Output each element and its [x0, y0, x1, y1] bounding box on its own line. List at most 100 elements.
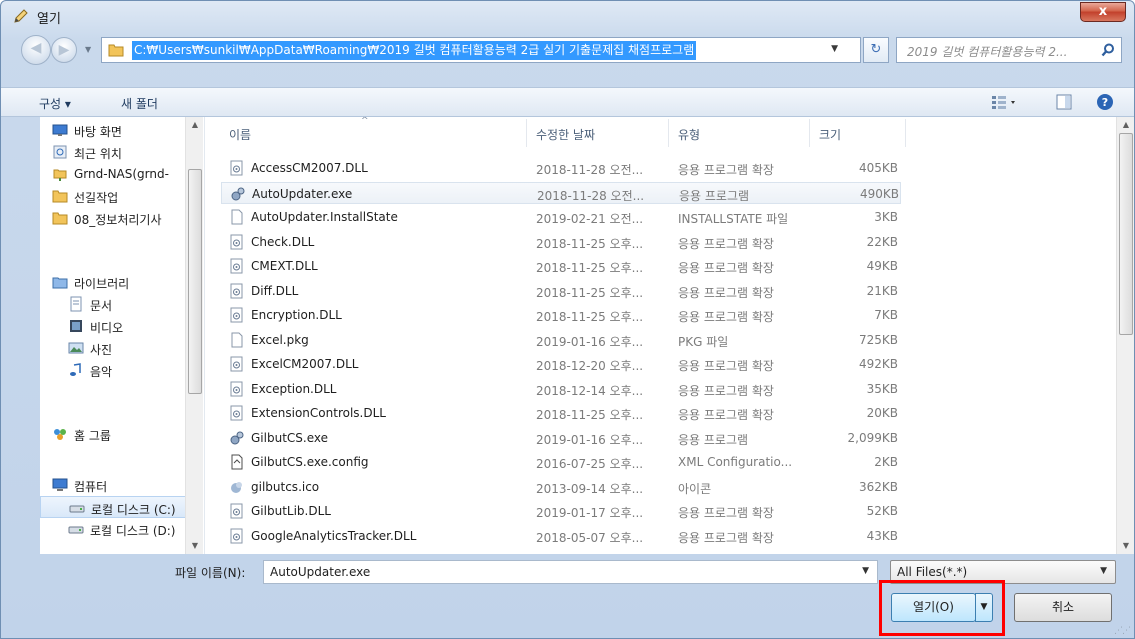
file-date: 2018-11-28 오전...	[536, 163, 644, 177]
cancel-button[interactable]: 취소	[1014, 593, 1112, 622]
sidebar-item[interactable]: 홈 그룹	[40, 423, 190, 445]
back-arrow-icon: ◀	[30, 40, 42, 56]
sidebar-item[interactable]: 사진	[40, 337, 190, 359]
file-row[interactable]: gilbutcs.ico 2013-09-14 오후... 아이콘 362KB	[221, 476, 901, 498]
drive-icon	[69, 500, 85, 515]
history-dropdown-icon[interactable]: ▼	[85, 45, 91, 54]
sidebar-item-label: 로컬 디스크 (C:)	[91, 503, 176, 517]
scroll-down-icon[interactable]: ▼	[186, 538, 204, 554]
sidebar-item[interactable]: 로컬 디스크 (C:)	[40, 496, 190, 518]
file-row[interactable]: Excel.pkg 2019-01-16 오후... PKG 파일 725KB	[221, 329, 901, 351]
sidebar-item[interactable]: 컴퓨터	[40, 474, 190, 496]
file-row[interactable]: GilbutLib.DLL 2019-01-17 오후... 응용 프로그램 확장 5…	[221, 500, 901, 522]
file-row[interactable]: ExtensionControls.DLL 2018-11-25 오후... 응용 …	[221, 402, 901, 424]
title-bar[interactable]: 열기 x	[1, 1, 1134, 31]
file-row[interactable]: GoogleAnalyticsTracker.DLL 2018-05-07 오후.…	[221, 525, 901, 547]
file-type: INSTALLSTATE 파일	[678, 212, 789, 226]
sidebar-item[interactable]: 08_정보처리기사	[40, 207, 190, 229]
file-size: 49KB	[866, 259, 898, 273]
file-name: ExcelCM2007.DLL	[251, 357, 359, 371]
svg-text:?: ?	[1102, 96, 1108, 109]
network-folder-icon	[52, 166, 68, 181]
scroll-down-icon[interactable]: ▼	[1117, 538, 1134, 554]
file-name: Check.DLL	[251, 234, 315, 249]
column-size[interactable]: 크기	[819, 126, 841, 143]
column-type[interactable]: 유형	[678, 126, 700, 143]
sidebar-item[interactable]: 선길작업	[40, 185, 190, 207]
file-name: AutoUpdater.InstallState	[251, 210, 398, 224]
file-date: 2018-11-25 오후...	[536, 236, 644, 251]
new-folder-button[interactable]: 새 폴더	[121, 95, 158, 112]
recent-places-icon	[52, 144, 68, 159]
address-dropdown-icon[interactable]: ▼	[831, 44, 838, 54]
open-file-dialog: 열기 x ◀ ▶ ▼ C:₩Users₩sunkil₩AppData₩Roami…	[0, 0, 1135, 639]
sidebar-item[interactable]: 로컬 디스크 (D:)	[40, 518, 190, 540]
file-type: 응용 프로그램	[678, 432, 749, 447]
sidebar-item[interactable]: 바탕 화면	[40, 119, 190, 141]
sidebar-item[interactable]: 최근 위치	[40, 141, 190, 163]
exe-icon	[230, 186, 245, 202]
file-row[interactable]: Encryption.DLL 2018-11-25 오후... 응용 프로그램 확장…	[221, 304, 901, 326]
forward-button[interactable]: ▶	[51, 37, 77, 63]
file-row[interactable]: GilbutCS.exe.config 2016-07-25 오후... XML C…	[221, 451, 901, 473]
file-name: Encryption.DLL	[251, 308, 342, 322]
back-button[interactable]: ◀	[21, 35, 51, 65]
sidebar-item[interactable]: 비디오	[40, 315, 190, 337]
file-row[interactable]: AutoUpdater.exe 2018-11-28 오전... 응용 프로그램 49…	[221, 181, 901, 204]
file-list-scrollbar[interactable]: ▲ ▼	[1116, 117, 1134, 554]
address-bar[interactable]: C:₩Users₩sunkil₩AppData₩Roaming₩2019 길벗 …	[101, 37, 861, 63]
filename-dropdown-icon[interactable]: ▼	[862, 566, 869, 576]
sidebar-item[interactable]: 음악	[40, 359, 190, 381]
ico-file-icon	[229, 479, 244, 495]
preview-pane-icon[interactable]	[1055, 93, 1073, 111]
folder-icon	[52, 188, 68, 203]
file-row[interactable]: Exception.DLL 2018-12-14 오후... 응용 프로그램 확장 3…	[221, 378, 901, 400]
sidebar-item[interactable]: 라이브러리	[40, 271, 190, 293]
help-icon[interactable]: ?	[1096, 93, 1114, 111]
file-row[interactable]: AutoUpdater.InstallState 2019-02-21 오전...…	[221, 206, 901, 228]
scroll-up-icon[interactable]: ▲	[186, 117, 204, 133]
filename-input[interactable]: AutoUpdater.exe ▼	[263, 560, 878, 584]
sidebar-item-label: 컴퓨터	[74, 480, 108, 494]
navigation-scroll-thumb[interactable]	[188, 169, 202, 394]
file-icon	[229, 209, 244, 225]
view-options-icon[interactable]	[990, 93, 1018, 111]
file-date: 2019-02-21 오전...	[536, 212, 644, 226]
drive-icon	[68, 521, 84, 536]
sidebar-item[interactable]: Grnd-NAS(grnd-	[40, 163, 190, 185]
search-icon[interactable]	[1101, 43, 1115, 57]
file-list-scroll-thumb[interactable]	[1119, 133, 1133, 335]
file-row[interactable]: Check.DLL 2018-11-25 오후... 응용 프로그램 확장 22KB	[221, 231, 901, 253]
file-name: ExtensionControls.DLL	[251, 406, 386, 420]
file-row[interactable]: ExcelCM2007.DLL 2018-12-20 오후... 응용 프로그램 확…	[221, 353, 901, 375]
organize-button[interactable]: 구성 ▾	[39, 95, 71, 112]
scroll-up-icon[interactable]: ▲	[1117, 117, 1134, 133]
file-size: 52KB	[866, 504, 898, 518]
file-row[interactable]: GilbutCS.exe 2019-01-16 오후... 응용 프로그램 2,099…	[221, 427, 901, 449]
file-size: 490KB	[859, 186, 899, 201]
column-date[interactable]: 수정한 날짜	[536, 126, 595, 143]
file-date: 2018-11-25 오후...	[536, 310, 644, 324]
file-row[interactable]: AccessCM2007.DLL 2018-11-28 오전... 응용 프로그램 …	[221, 157, 901, 179]
file-row[interactable]: CMEXT.DLL 2018-11-25 오후... 응용 프로그램 확장 49KB	[221, 255, 901, 277]
file-name: Diff.DLL	[251, 283, 299, 298]
sidebar-item[interactable]: 문서	[40, 293, 190, 315]
close-button[interactable]: x	[1080, 2, 1126, 22]
navigation-scrollbar[interactable]: ▲ ▼	[185, 117, 203, 554]
refresh-button[interactable]: ↻	[863, 37, 889, 63]
file-name: CMEXT.DLL	[251, 259, 318, 273]
column-name[interactable]: 이름	[229, 126, 251, 143]
address-path[interactable]: C:₩Users₩sunkil₩AppData₩Roaming₩2019 길벗 …	[132, 41, 697, 60]
column-header: ^ 이름 수정한 날짜 유형 크기	[221, 117, 921, 149]
open-button[interactable]: 열기(O)	[891, 593, 976, 622]
file-row[interactable]: Diff.DLL 2018-11-25 오후... 응용 프로그램 확장 21KB	[221, 280, 901, 302]
file-list: ^ 이름 수정한 날짜 유형 크기 AccessCM2007.DLL 2018-1…	[221, 117, 1116, 554]
file-name: AccessCM2007.DLL	[251, 161, 368, 175]
file-name: GilbutCS.exe	[251, 430, 328, 445]
file-date: 2019-01-16 오후...	[536, 432, 644, 447]
search-input[interactable]: 2019 길벗 컴퓨터활용능력 2...	[896, 37, 1122, 63]
resize-grip-icon[interactable]: ⋰⋰	[1114, 626, 1131, 636]
file-type: 응용 프로그램 확장	[678, 236, 774, 251]
open-options-dropdown[interactable]: ▼	[975, 593, 993, 622]
navigation-pane: 바탕 화면 최근 위치 Grnd-NAS(grnd- 선길작업 08_정보처리기사라이브…	[40, 117, 205, 554]
